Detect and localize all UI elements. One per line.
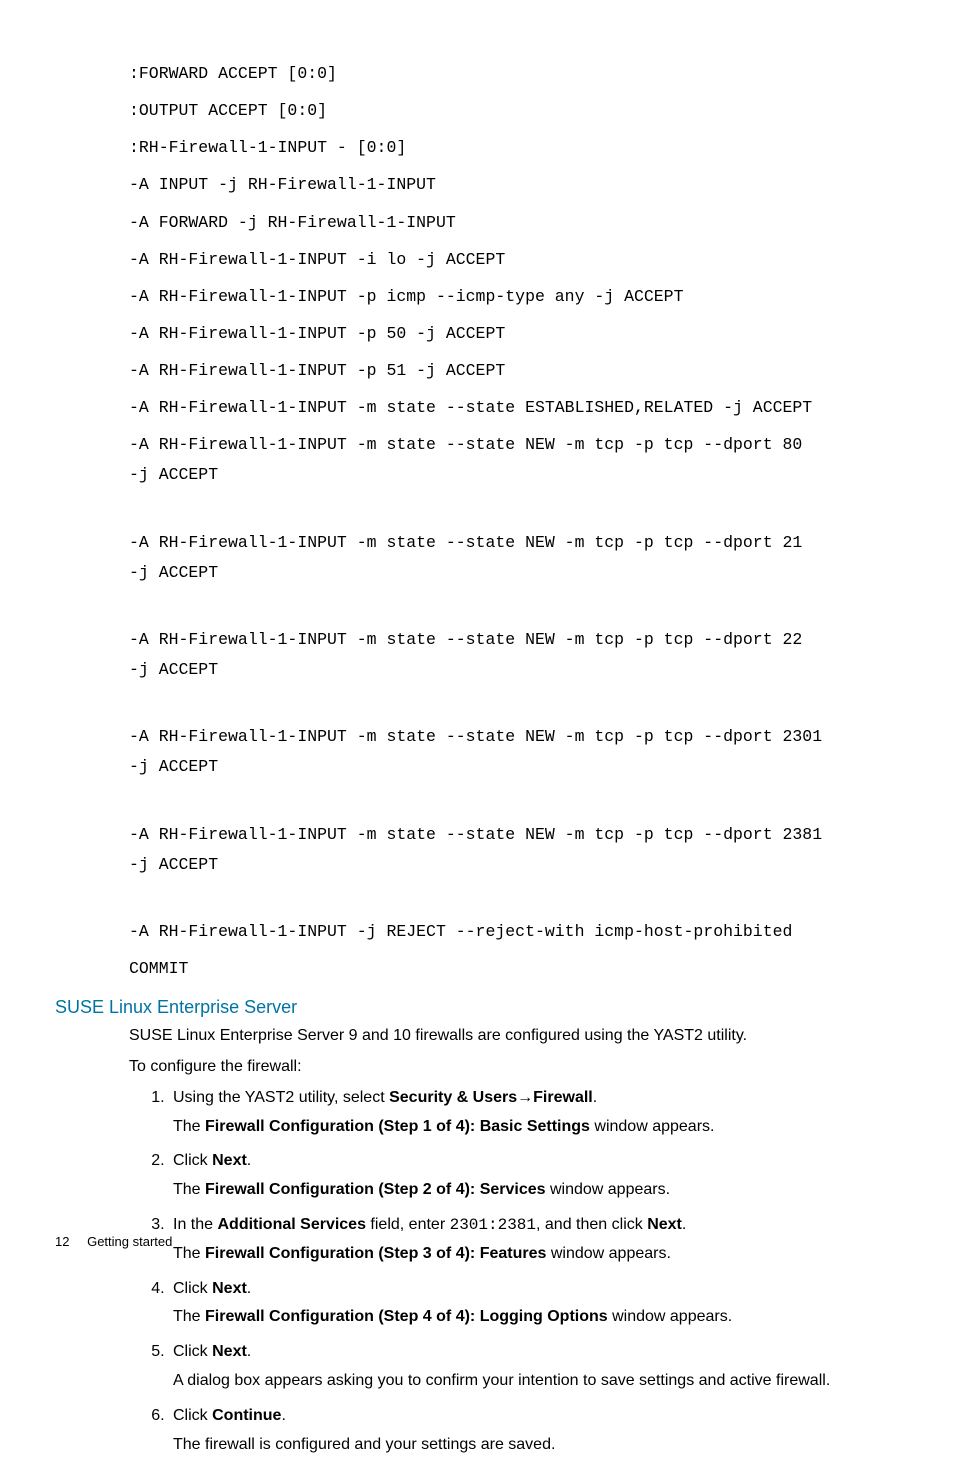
step-text: window appears. [546, 1245, 671, 1262]
step-text: The [173, 1308, 205, 1325]
step-text: . [247, 1152, 251, 1169]
step-text: Using the YAST2 utility, select [173, 1089, 389, 1106]
iptables-code-block: :FORWARD ACCEPT [0:0] :OUTPUT ACCEPT [0:… [129, 55, 899, 987]
code-line: -A RH-Firewall-1-INPUT -p 50 -j ACCEPT [129, 324, 505, 343]
step-text: . [593, 1089, 597, 1106]
step-5: Click Next. A dialog box appears asking … [169, 1340, 899, 1394]
page-footer: 12 Getting started [55, 1234, 172, 1249]
step-bold: Next [212, 1152, 247, 1169]
step-bold: Firewall [533, 1089, 593, 1106]
step-3: In the Additional Services field, enter … [169, 1213, 899, 1267]
step-bold: Additional Services [217, 1216, 366, 1233]
code-line: -A FORWARD -j RH-Firewall-1-INPUT [129, 213, 456, 232]
code-line: -A RH-Firewall-1-INPUT -m state --state … [129, 435, 802, 454]
code-line: -A RH-Firewall-1-INPUT -m state --state … [129, 398, 812, 417]
step-bold: Firewall Configuration (Step 2 of 4): Se… [205, 1181, 546, 1198]
code-line: :OUTPUT ACCEPT [0:0] [129, 101, 327, 120]
code-line: -j ACCEPT [129, 658, 899, 681]
code-line: -A RH-Firewall-1-INPUT -p icmp --icmp-ty… [129, 287, 684, 306]
step-2: Click Next. The Firewall Configuration (… [169, 1149, 899, 1203]
step-text: Click [173, 1152, 212, 1169]
code-line: -j ACCEPT [129, 853, 899, 876]
step-text: Click [173, 1280, 212, 1297]
code-line: -A RH-Firewall-1-INPUT -m state --state … [129, 533, 802, 552]
step-text: The [173, 1245, 205, 1262]
step-text: The [173, 1181, 205, 1198]
code-line: COMMIT [129, 959, 188, 978]
code-line: -A RH-Firewall-1-INPUT -m state --state … [129, 630, 802, 649]
intro-text-1: SUSE Linux Enterprise Server 9 and 10 fi… [129, 1024, 899, 1049]
footer-section-title: Getting started [87, 1234, 172, 1249]
step-subtext: The firewall is configured and your sett… [173, 1433, 899, 1457]
code-line: -A RH-Firewall-1-INPUT -m state --state … [129, 825, 822, 844]
code-line: -j ACCEPT [129, 463, 899, 486]
code-line: -j ACCEPT [129, 755, 899, 778]
step-text: In the [173, 1216, 217, 1233]
step-bold: Firewall Configuration (Step 3 of 4): Fe… [205, 1245, 546, 1262]
code-line: -A RH-Firewall-1-INPUT -j REJECT --rejec… [129, 922, 792, 941]
code-line: -A RH-Firewall-1-INPUT -p 51 -j ACCEPT [129, 361, 505, 380]
step-bold: Next [212, 1343, 247, 1360]
code-line: -A RH-Firewall-1-INPUT -m state --state … [129, 727, 822, 746]
step-bold: Security & Users [389, 1089, 517, 1106]
step-text: , and then click [536, 1216, 647, 1233]
step-bold: Continue [212, 1407, 281, 1424]
step-text: window appears. [546, 1181, 671, 1198]
step-text: window appears. [608, 1308, 733, 1325]
step-text: . [281, 1407, 285, 1424]
step-text: . [247, 1280, 251, 1297]
step-bold: Firewall Configuration (Step 4 of 4): Lo… [205, 1308, 608, 1325]
step-text: window appears. [590, 1118, 715, 1135]
code-line: -A RH-Firewall-1-INPUT -i lo -j ACCEPT [129, 250, 505, 269]
step-subtext: A dialog box appears asking you to confi… [173, 1369, 899, 1394]
code-line: :FORWARD ACCEPT [0:0] [129, 64, 337, 83]
arrow-icon: → [517, 1089, 533, 1106]
code-line: -A INPUT -j RH-Firewall-1-INPUT [129, 175, 436, 194]
step-text: Click [173, 1343, 212, 1360]
step-bold: Firewall Configuration (Step 1 of 4): Ba… [205, 1118, 590, 1135]
step-text: . [682, 1216, 686, 1233]
section-heading-suse: SUSE Linux Enterprise Server [55, 997, 899, 1018]
step-text: . [247, 1343, 251, 1360]
step-code: 2301:2381 [450, 1216, 536, 1234]
step-6: Click Continue. The firewall is configur… [169, 1404, 899, 1457]
code-line: :RH-Firewall-1-INPUT - [0:0] [129, 138, 406, 157]
steps-list: Using the YAST2 utility, select Security… [129, 1086, 899, 1457]
step-4: Click Next. The Firewall Configuration (… [169, 1277, 899, 1331]
step-1: Using the YAST2 utility, select Security… [169, 1086, 899, 1140]
page-number: 12 [55, 1234, 69, 1249]
intro-text-2: To configure the firewall: [129, 1055, 899, 1080]
step-text: field, enter [366, 1216, 450, 1233]
step-text: The [173, 1118, 205, 1135]
step-bold: Next [212, 1280, 247, 1297]
step-text: Click [173, 1407, 212, 1424]
step-bold: Next [647, 1216, 682, 1233]
code-line: -j ACCEPT [129, 561, 899, 584]
